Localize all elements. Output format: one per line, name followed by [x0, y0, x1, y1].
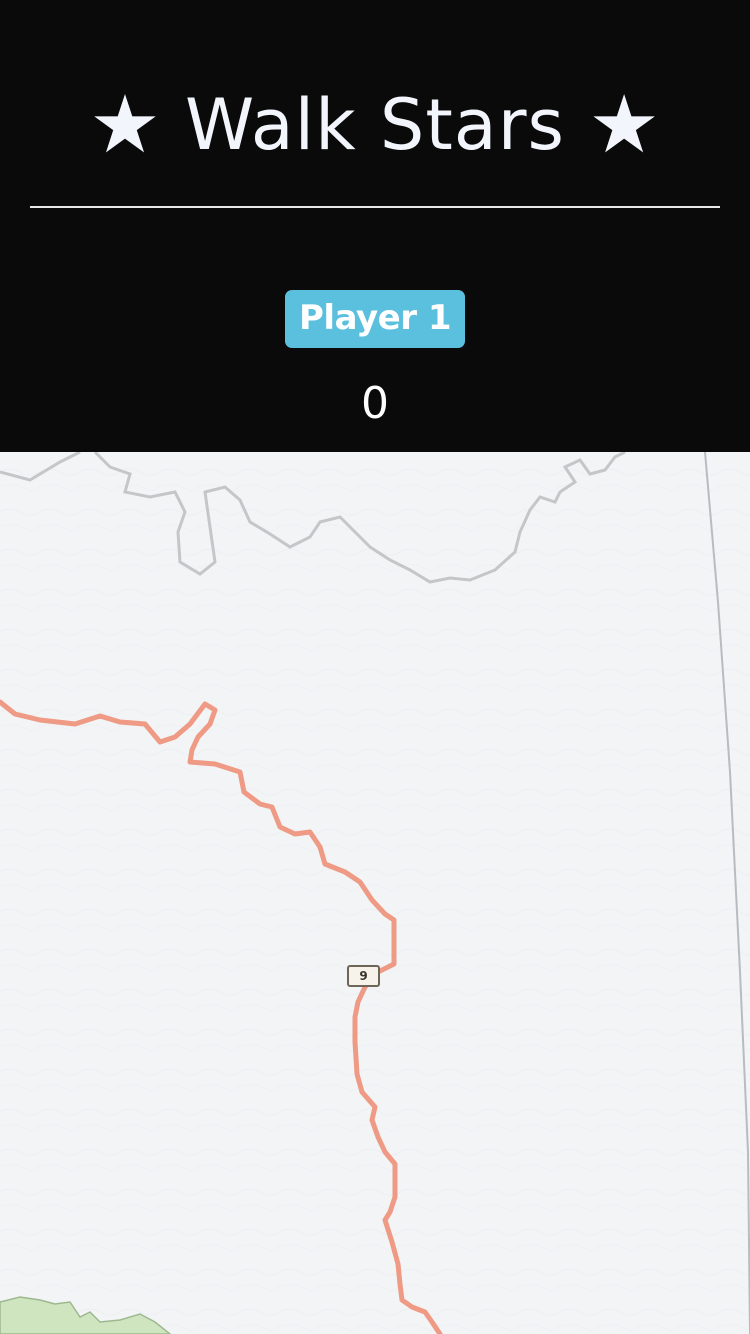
app-title-text: Walk Stars [185, 84, 565, 166]
player-score: 0 [361, 378, 389, 429]
route-shield-label: 9 [359, 969, 368, 983]
map-canvas[interactable] [0, 452, 750, 1334]
header: ★ Walk Stars ★ Player 1 0 [0, 0, 750, 452]
star-icon: ★ [588, 78, 661, 171]
map-view[interactable]: 9 [0, 452, 750, 1334]
header-divider [30, 206, 720, 208]
star-icon: ★ [89, 78, 162, 171]
page-title: ★ Walk Stars ★ [0, 78, 750, 172]
player-badge[interactable]: Player 1 [285, 290, 465, 348]
terrain-texture [0, 452, 750, 1334]
